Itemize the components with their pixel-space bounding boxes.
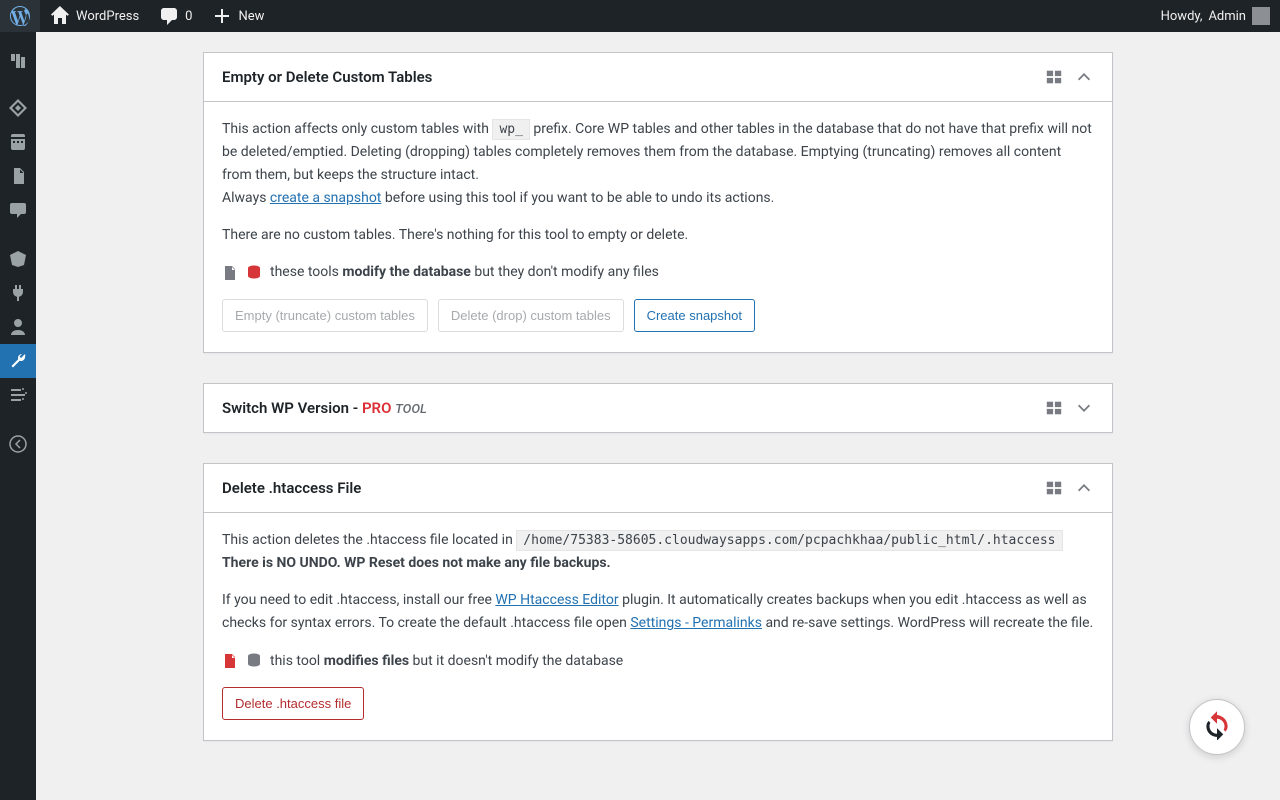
postbox-header: Delete .htaccess File (204, 464, 1112, 513)
comment-icon (159, 6, 179, 26)
new-content-menu[interactable]: New (202, 0, 274, 32)
content-area[interactable]: Empty or Delete Custom Tables This actio… (36, 32, 1280, 800)
menu-media[interactable] (0, 125, 36, 159)
site-name-menu[interactable]: WordPress (40, 0, 149, 32)
adminbar-left: WordPress 0 New (0, 0, 274, 32)
postbox-title: Empty or Delete Custom Tables (222, 68, 432, 86)
postbox-header: Switch WP Version - PRO TOOL (204, 384, 1112, 432)
menu-plugins[interactable] (0, 276, 36, 310)
admin-toolbar: WordPress 0 New Howdy, Admin (0, 0, 1280, 32)
menu-posts[interactable] (0, 91, 36, 125)
grid-icon[interactable] (1044, 67, 1064, 87)
chevron-up-icon[interactable] (1074, 67, 1094, 87)
howdy-prefix: Howdy, (1161, 9, 1203, 24)
button-row: Empty (truncate) custom tables Delete (d… (222, 299, 1094, 333)
tool-badge: TOOL (395, 402, 427, 417)
pro-badge: PRO (362, 399, 392, 417)
delete-htaccess-button[interactable]: Delete .htaccess file (222, 687, 364, 721)
wp-htaccess-editor-link[interactable]: WP Htaccess Editor (495, 592, 618, 608)
wordpress-icon (10, 6, 30, 26)
postbox-switch-wp-version: Switch WP Version - PRO TOOL (203, 383, 1113, 433)
description-text: This action deletes the .htaccess file l… (222, 529, 1094, 575)
postbox-delete-htaccess: Delete .htaccess File This action delete… (203, 463, 1113, 741)
chevron-down-icon[interactable] (1074, 398, 1094, 418)
menu-users[interactable] (0, 310, 36, 344)
create-snapshot-button[interactable]: Create snapshot (634, 299, 755, 333)
postbox-title: Switch WP Version - PRO TOOL (222, 399, 427, 417)
help-text: If you need to edit .htaccess, install o… (222, 589, 1094, 635)
database-icon (246, 653, 262, 669)
postbox-title: Delete .htaccess File (222, 479, 361, 497)
avatar (1252, 7, 1270, 25)
menu-tools[interactable] (0, 344, 36, 378)
menu-dashboard[interactable] (0, 42, 36, 76)
comment-count: 0 (185, 9, 192, 24)
prefix-code: wp_ (492, 119, 529, 140)
plus-icon (212, 6, 232, 26)
site-name-label: WordPress (76, 9, 139, 24)
path-code: /home/75383-58605.cloudwaysapps.com/pcpa… (516, 530, 1062, 551)
file-icon (222, 653, 238, 669)
no-tables-message: There are no custom tables. There's noth… (222, 224, 1094, 247)
postbox-controls (1044, 398, 1094, 418)
my-account-menu[interactable]: Howdy, Admin (1151, 0, 1280, 32)
database-icon (246, 265, 262, 281)
user-display-name: Admin (1208, 9, 1246, 24)
menu-settings[interactable] (0, 378, 36, 412)
postbox-controls (1044, 67, 1094, 87)
chevron-up-icon[interactable] (1074, 478, 1094, 498)
modify-note: this tool modifies files but it doesn't … (222, 650, 1094, 673)
comments-menu[interactable]: 0 (149, 0, 202, 32)
grid-icon[interactable] (1044, 398, 1064, 418)
grid-icon[interactable] (1044, 478, 1064, 498)
description-text: This action affects only custom tables w… (222, 118, 1094, 210)
home-icon (50, 6, 70, 26)
wp-logo-menu[interactable] (0, 0, 40, 32)
new-label: New (238, 9, 264, 24)
postbox-body: This action deletes the .htaccess file l… (204, 513, 1112, 740)
drop-tables-button: Delete (drop) custom tables (438, 299, 624, 333)
settings-permalinks-link[interactable]: Settings - Permalinks (630, 615, 762, 631)
postbox-header: Empty or Delete Custom Tables (204, 53, 1112, 102)
postbox-body: This action affects only custom tables w… (204, 102, 1112, 352)
modify-note: these tools modify the database but they… (222, 261, 1094, 284)
floating-sync-button[interactable] (1189, 699, 1245, 755)
empty-tables-button: Empty (truncate) custom tables (222, 299, 428, 333)
menu-appearance[interactable] (0, 242, 36, 276)
menu-collapse[interactable] (0, 427, 36, 461)
postbox-controls (1044, 478, 1094, 498)
button-row: Delete .htaccess file (222, 687, 1094, 721)
adminbar-right: Howdy, Admin (1151, 0, 1280, 32)
menu-pages[interactable] (0, 159, 36, 193)
admin-menu (0, 32, 36, 800)
menu-comments[interactable] (0, 193, 36, 227)
postbox-empty-delete-tables: Empty or Delete Custom Tables This actio… (203, 52, 1113, 353)
file-icon (222, 265, 238, 281)
create-snapshot-link[interactable]: create a snapshot (270, 190, 381, 206)
sync-icon (1202, 710, 1232, 744)
